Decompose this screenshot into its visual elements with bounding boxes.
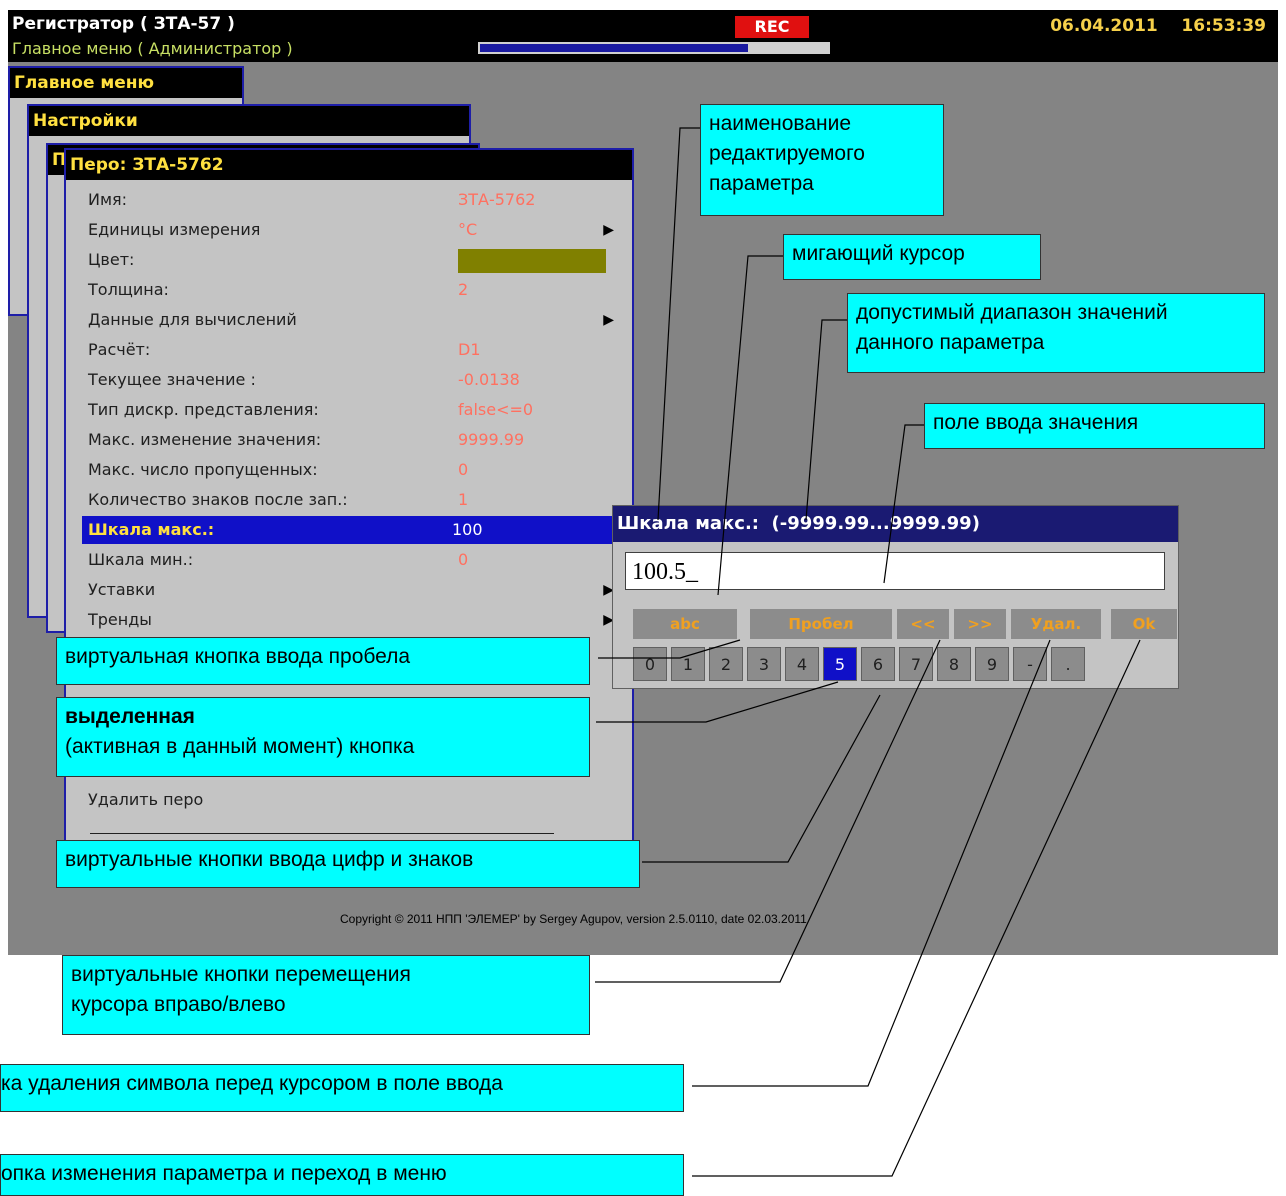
callout-input-field: поле ввода значения [924,403,1265,449]
callout-line: допустимый диапазон значений [856,301,1168,324]
callout-move-buttons: виртуальные кнопки перемещения курсора в… [62,955,590,1035]
callout-line: виртуальные кнопки перемещения [71,963,411,986]
callout-ok-button: опка изменения параметра и переход в мен… [0,1154,684,1196]
leader-delete [692,639,1051,1087]
callout-line: (активная в данный момент) кнопка [65,735,415,758]
callout-digit-buttons: виртуальные кнопки ввода цифр и знаков [56,840,640,888]
leader-space [598,639,741,659]
callout-line: данного параметра [856,331,1045,354]
callout-cursor: мигающий курсор [783,234,1041,280]
callout-line: выделенная [65,705,195,728]
callout-delete-button: ка удаления символа перед курсором в пол… [0,1064,684,1112]
leader-cursor [717,255,783,596]
leader-active [596,681,839,723]
leader-range [805,319,847,521]
leader-move [595,639,941,983]
callout-line: параметра [709,172,814,195]
leader-input [883,424,924,584]
leader-digits [642,694,881,863]
callout-active-button: выделенная (активная в данный момент) кн… [56,697,590,777]
callout-line: наименование [709,112,852,135]
callout-line: курсора вправо/влево [71,993,286,1016]
callout-line: редактируемого [709,142,865,165]
leader-ok [692,639,1141,1177]
callout-range: допустимый диапазон значений данного пар… [847,293,1265,373]
leader-param-name [657,127,700,521]
callout-space-button: виртуальная кнопка ввода пробела [56,637,590,685]
callout-param-name: наименование редактируемого параметра [700,104,944,216]
